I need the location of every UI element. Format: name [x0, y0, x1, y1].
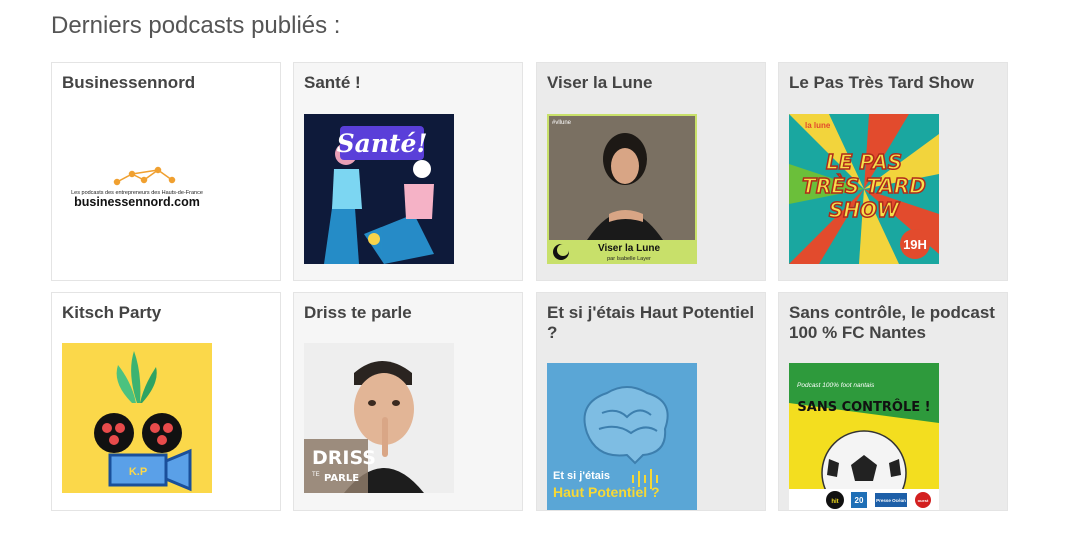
podcast-card-haut-potentiel[interactable]: Et si j'étais Haut Potentiel ? Et si j'é… [536, 292, 766, 511]
section-heading: Derniers podcasts publiés : [51, 12, 341, 39]
podcast-cover[interactable]: K.P [62, 343, 212, 493]
cover-name: Viser la Lune [598, 243, 661, 254]
podcast-title[interactable]: Le Pas Très Tard Show [789, 73, 997, 93]
cover-top: Podcast 100% foot nantais [797, 382, 875, 389]
cover-line2: PARLE [324, 473, 359, 484]
cover-main: SANS CONTRÔLE ! [797, 399, 930, 415]
podcast-cover[interactable]: LE PAS TRÈS TARD SHOW la lune 19H [789, 114, 939, 264]
cover-line: LE PAS [826, 150, 902, 174]
cover-line1: DRISS [312, 447, 376, 469]
cover-title: Santé! [337, 129, 428, 158]
podcast-title[interactable]: Santé ! [304, 73, 512, 93]
cover-logo: hit [831, 499, 838, 505]
podcast-card-kitsch-party[interactable]: Kitsch Party K.P [51, 292, 281, 511]
podcast-card-businessennord[interactable]: Businessennord Les podcasts des entrepre… [51, 62, 281, 281]
podcast-cover[interactable]: DRISS TE PARLE [304, 343, 454, 493]
cover-small: TE [312, 472, 320, 478]
cover-time: 19H [903, 237, 927, 252]
cover-logo: Presse Océan [876, 498, 906, 503]
cover-line1: Et si j'étais [553, 470, 610, 482]
cover-line: SHOW [829, 198, 900, 222]
podcast-card-driss-te-parle[interactable]: Driss te parle DRISS TE PARLE [293, 292, 523, 511]
podcast-cover[interactable]: Santé! [304, 114, 454, 264]
podcast-card-pas-tres-tard-show[interactable]: Le Pas Très Tard Show LE PAS TRÈS TARD S… [778, 62, 1008, 281]
podcast-card-sante[interactable]: Santé ! Santé! [293, 62, 523, 281]
podcast-card-viser-la-lune[interactable]: Viser la Lune #vllune Viser la Lune par … [536, 62, 766, 281]
cover-hashtag: #vllune [552, 120, 572, 126]
podcast-cover[interactable]: Les podcasts des entrepreneurs des Hauts… [62, 114, 212, 264]
cover-logo: ouest [918, 498, 929, 503]
cover-badge: la lune [805, 121, 831, 130]
cover-logo: 20 [855, 496, 864, 505]
podcast-title[interactable]: Driss te parle [304, 303, 512, 323]
podcast-title[interactable]: Et si j'étais Haut Potentiel ? [547, 303, 755, 343]
cover-site: businessennord.com [74, 195, 200, 209]
podcast-title[interactable]: Businessennord [62, 73, 270, 93]
cover-line2: Haut Potentiel ? [553, 484, 660, 500]
cover-label: K.P [129, 466, 147, 478]
cover-line: TRÈS TARD [802, 174, 926, 198]
podcast-title[interactable]: Sans contrôle, le podcast 100 % FC Nante… [789, 303, 997, 343]
podcast-cover[interactable]: Podcast 100% foot nantais SANS CONTRÔLE … [789, 363, 939, 510]
podcast-title[interactable]: Viser la Lune [547, 73, 755, 93]
podcast-cover[interactable]: #vllune Viser la Lune par Isabelle Layer [547, 114, 697, 264]
cover-author: par Isabelle Layer [607, 256, 651, 262]
podcast-title[interactable]: Kitsch Party [62, 303, 270, 323]
podcast-cover[interactable]: Et si j'étais Haut Potentiel ? [547, 363, 697, 510]
podcast-card-sans-controle[interactable]: Sans contrôle, le podcast 100 % FC Nante… [778, 292, 1008, 511]
